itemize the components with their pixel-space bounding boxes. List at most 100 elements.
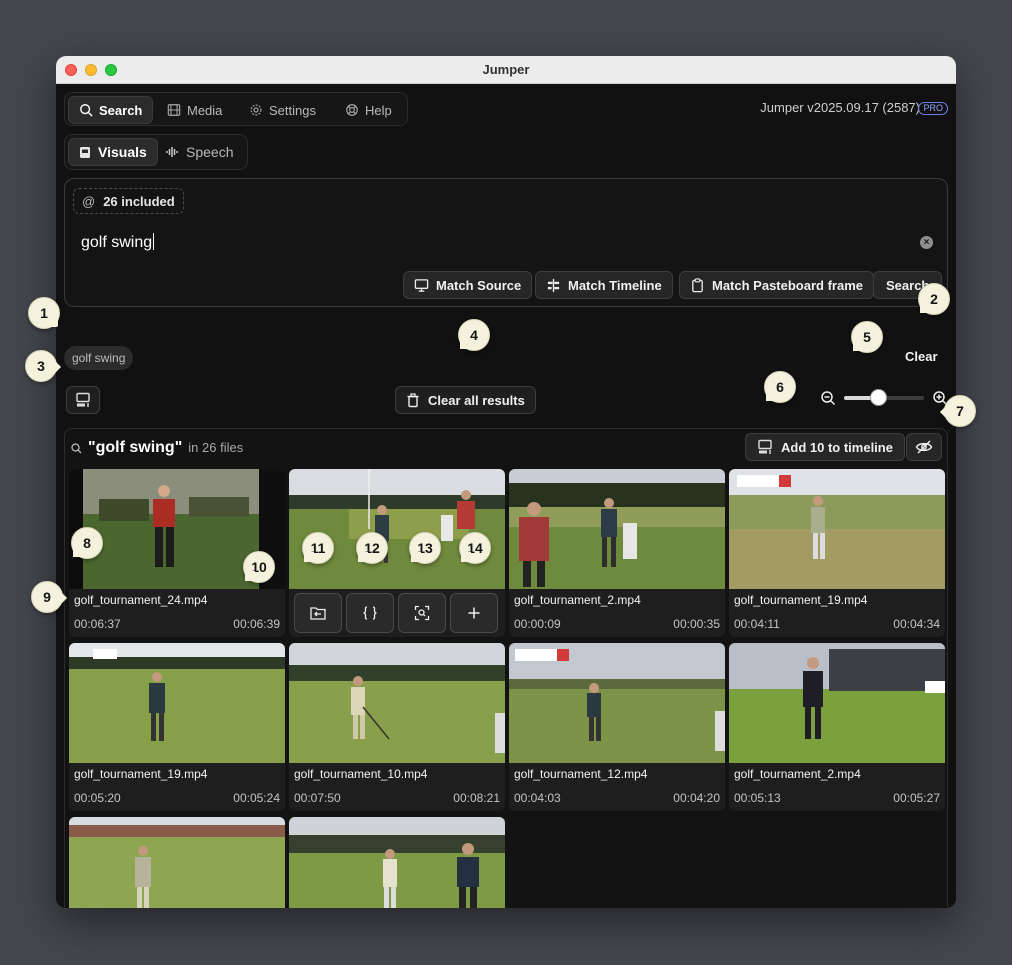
- result-filename: golf_tournament_2.mp4: [514, 593, 641, 607]
- result-card[interactable]: golf_tournament_2.mp4 00:00:09 00:00:35: [509, 469, 725, 637]
- match-pasteboard-button[interactable]: Match Pasteboard frame: [679, 271, 874, 299]
- image-icon: [80, 146, 90, 158]
- clipboard-icon: [692, 277, 703, 292]
- search-input[interactable]: golf swing: [81, 233, 154, 252]
- result-end-time: 00:00:35: [673, 617, 720, 631]
- add-to-timeline-label: Add 10 to timeline: [781, 439, 893, 455]
- result-end-time: 00:06:39: [233, 617, 280, 631]
- result-card[interactable]: golf_tournament_12.mp4 00:04:03 00:04:20: [509, 643, 725, 811]
- callout-badge: 4: [458, 319, 490, 351]
- callout-badge: 7: [944, 395, 976, 427]
- zoom-out-icon[interactable]: [820, 390, 836, 406]
- result-thumbnail: [289, 643, 505, 763]
- main-nav: Search Media Settings Help: [64, 92, 408, 126]
- search-mode-switch: Visuals Speech: [64, 134, 248, 170]
- result-thumbnail: [69, 643, 285, 763]
- result-start-time: 00:04:03: [514, 791, 561, 805]
- hide-results-button[interactable]: [906, 433, 942, 461]
- result-card[interactable]: [289, 817, 505, 908]
- clear-all-results-button[interactable]: Clear all results: [395, 386, 536, 414]
- timeline-add-icon: [76, 392, 90, 407]
- match-timeline-button[interactable]: Match Timeline: [535, 271, 673, 299]
- zoom-slider[interactable]: [844, 389, 924, 406]
- tab-media-label: Media: [187, 102, 223, 118]
- mode-visuals[interactable]: Visuals: [68, 138, 158, 166]
- tab-help[interactable]: Help: [335, 96, 402, 124]
- at-icon: @: [82, 193, 96, 209]
- add-to-timeline-button[interactable]: Add 10 to timeline: [745, 433, 905, 461]
- callout-badge: 3: [25, 350, 57, 382]
- scan-search-icon: [414, 605, 430, 621]
- result-thumbnail: [509, 469, 725, 589]
- timeline-add-icon: [758, 439, 772, 454]
- app-window: Jumper Search Media Settings Help Jumper…: [56, 56, 956, 908]
- result-card[interactable]: [69, 817, 285, 908]
- tab-settings[interactable]: Settings: [239, 96, 326, 124]
- result-end-time: 00:04:20: [673, 791, 720, 805]
- clear-input-icon[interactable]: ×: [920, 236, 933, 249]
- timeline-icon: [547, 278, 560, 292]
- match-pasteboard-label: Match Pasteboard frame: [712, 277, 863, 293]
- result-card[interactable]: golf_tournament_19.mp4 00:05:20 00:05:24: [69, 643, 285, 811]
- result-start-time: 00:06:37: [74, 617, 121, 631]
- folder-arrow-icon: [310, 607, 326, 620]
- callout-badge: 8: [71, 527, 103, 559]
- scope-label: 26 included: [103, 193, 175, 209]
- title-bar: Jumper: [56, 56, 956, 84]
- result-start-time: 00:05:20: [74, 791, 121, 805]
- result-thumbnail: [729, 469, 945, 589]
- zoom-slider-knob[interactable]: [870, 389, 888, 406]
- callout-badge: 2: [918, 283, 950, 315]
- result-card[interactable]: golf_tournament_19.mp4 00:04:11 00:04:34: [729, 469, 945, 637]
- clear-all-results-label: Clear all results: [428, 392, 525, 408]
- callout-badge: 13: [409, 532, 441, 564]
- result-start-time: 00:04:11: [734, 617, 780, 631]
- search-icon: [80, 104, 93, 117]
- callout-badge: 11: [302, 532, 334, 564]
- curly-braces-icon: [363, 606, 377, 620]
- result-end-time: 00:05:27: [893, 791, 940, 805]
- result-filename: golf_tournament_19.mp4: [74, 767, 208, 781]
- history-chip[interactable]: golf swing: [64, 346, 134, 370]
- search-icon: [71, 442, 82, 453]
- mode-speech[interactable]: Speech: [155, 138, 243, 166]
- callout-badge: 12: [356, 532, 388, 564]
- callout-badge: 14: [459, 532, 491, 564]
- results-query: "golf swing": [88, 439, 183, 456]
- clear-history-button[interactable]: Clear: [905, 349, 938, 364]
- tab-help-label: Help: [365, 102, 392, 118]
- tab-media[interactable]: Media: [157, 96, 232, 124]
- mode-visuals-label: Visuals: [98, 144, 147, 160]
- callout-badge: 6: [764, 371, 796, 403]
- results-header: "golf swing" in 26 files: [71, 439, 243, 457]
- version-label: Jumper v2025.09.17 (2587): [760, 100, 920, 115]
- results-count: in 26 files: [188, 440, 244, 455]
- reveal-in-finder-button[interactable]: [294, 593, 342, 633]
- result-filename: golf_tournament_24.mp4: [74, 593, 208, 607]
- result-card[interactable]: golf_tournament_2.mp4 00:05:13 00:05:27: [729, 643, 945, 811]
- callout-badge: 10: [243, 551, 275, 583]
- scope-chip[interactable]: @ 26 included: [73, 188, 184, 214]
- result-filename: golf_tournament_2.mp4: [734, 767, 861, 781]
- result-start-time: 00:00:09: [514, 617, 561, 631]
- tab-search[interactable]: Search: [68, 96, 154, 124]
- result-end-time: 00:08:21: [453, 791, 500, 805]
- result-thumbnail: [509, 643, 725, 763]
- result-thumbnail: [289, 469, 505, 589]
- add-clip-button[interactable]: [450, 593, 498, 633]
- match-source-button[interactable]: Match Source: [403, 271, 533, 299]
- copy-metadata-button[interactable]: [346, 593, 394, 633]
- result-start-time: 00:05:13: [734, 791, 781, 805]
- result-filename: golf_tournament_12.mp4: [514, 767, 648, 781]
- callout-badge: 9: [31, 581, 63, 613]
- send-to-timeline-button[interactable]: [66, 386, 100, 414]
- result-thumbnail: [69, 817, 285, 908]
- app-content: Search Media Settings Help Jumper v2025.…: [56, 84, 956, 908]
- waveform-icon: [166, 147, 178, 157]
- result-filename: golf_tournament_10.mp4: [294, 767, 428, 781]
- monitor-icon: [414, 278, 429, 292]
- result-filename: golf_tournament_19.mp4: [734, 593, 868, 607]
- plus-icon: [468, 607, 480, 619]
- result-card[interactable]: golf_tournament_10.mp4 00:07:50 00:08:21: [289, 643, 505, 811]
- find-similar-button[interactable]: [398, 593, 446, 633]
